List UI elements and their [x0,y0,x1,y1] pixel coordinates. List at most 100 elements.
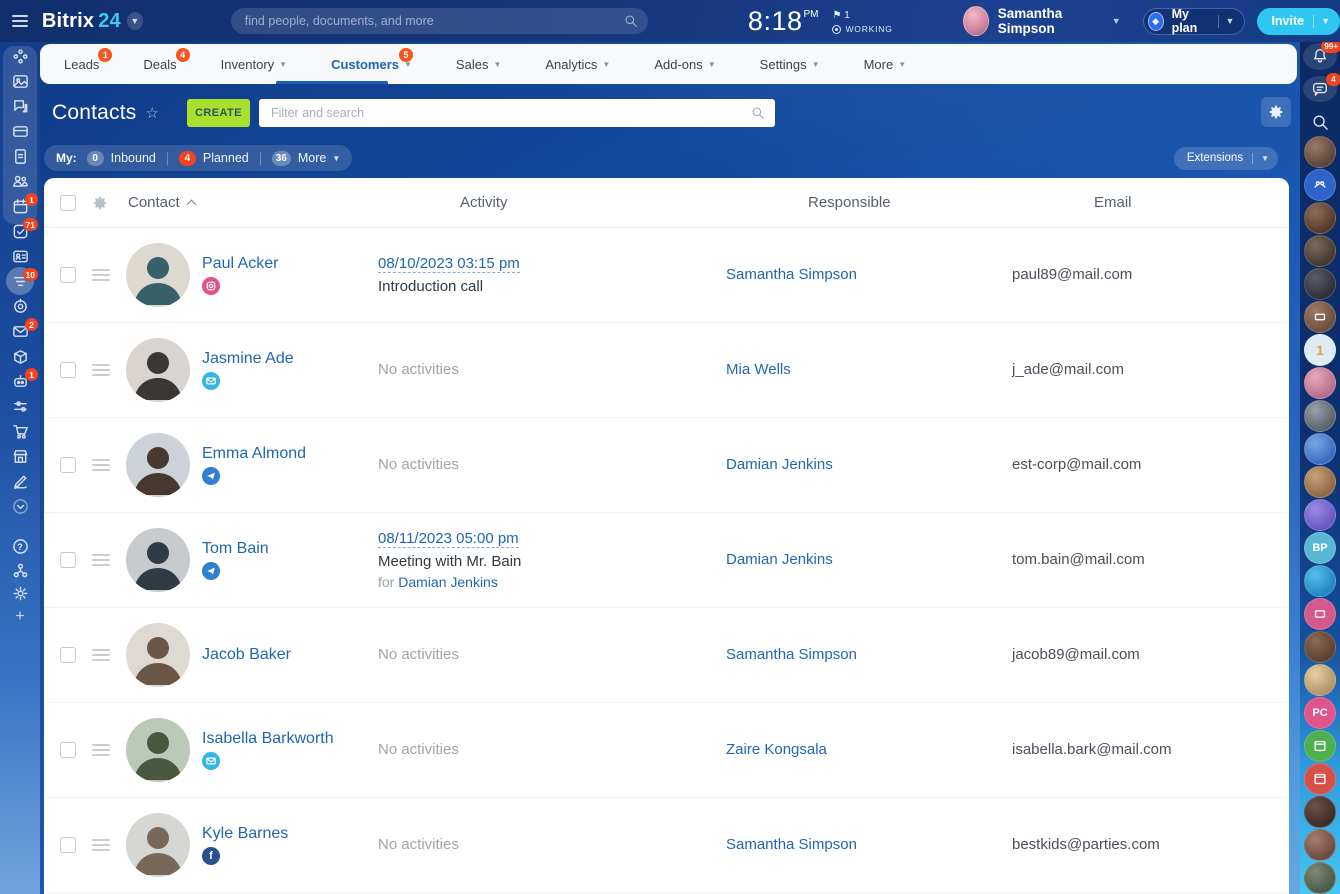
column-header-activity[interactable]: Activity [460,194,808,211]
calendar-avatar-red[interactable] [1304,763,1336,795]
contact-avatar[interactable] [126,813,190,877]
contact-name-link[interactable]: Kyle Barnes [202,825,288,843]
tab-settings[interactable]: Settings▼ [760,57,820,72]
cart-icon[interactable] [0,419,40,444]
my-plan-button[interactable]: ◆ My plan ▼ [1143,8,1246,35]
crm-funnel-icon[interactable]: 10 [0,269,40,294]
contact-avatar[interactable] [126,623,190,687]
feed-icon[interactable] [0,44,40,69]
drag-handle-icon[interactable] [92,364,110,376]
mail-channel-icon[interactable] [202,752,220,770]
contact-card-icon[interactable] [0,244,40,269]
contact-avatar[interactable] [126,528,190,592]
birthday-avatar[interactable]: 1 [1304,334,1336,366]
sidebar-search-icon[interactable] [1303,108,1337,135]
chat-avatar[interactable] [1304,367,1336,399]
contact-avatar[interactable] [126,338,190,402]
instagram-icon[interactable] [202,277,220,295]
chat-avatar[interactable] [1304,499,1336,531]
help-icon[interactable]: ? [0,534,40,559]
column-header-contact[interactable]: Contact [128,194,195,211]
contact-name-link[interactable]: Jacob Baker [202,646,291,664]
contact-name-link[interactable]: Paul Acker [202,255,278,273]
messenger-icon[interactable] [0,94,40,119]
initials-avatar-bp[interactable]: BP [1304,532,1336,564]
row-checkbox[interactable] [60,267,76,283]
row-checkbox[interactable] [60,457,76,473]
card-icon[interactable] [0,119,40,144]
tasks-icon[interactable]: 71 [0,219,40,244]
chat-avatar[interactable] [1304,301,1336,333]
drag-handle-icon[interactable] [92,744,110,756]
chat-avatar[interactable] [1304,631,1336,663]
store-icon[interactable] [0,444,40,469]
responsible-link[interactable]: Damian Jenkins [726,551,833,568]
mail-icon[interactable]: 2 [0,319,40,344]
chat-avatar[interactable] [1304,466,1336,498]
contact-avatar[interactable] [126,718,190,782]
automation-icon[interactable] [0,394,40,419]
chat-avatar[interactable] [1304,433,1336,465]
contact-avatar[interactable] [126,433,190,497]
chat-avatar[interactable] [1304,664,1336,696]
select-all-checkbox[interactable] [60,195,76,211]
user-menu[interactable]: Samantha Simpson ▼ [963,6,1121,36]
filter-search[interactable] [259,99,775,127]
row-checkbox[interactable] [60,552,76,568]
row-checkbox[interactable] [60,837,76,853]
drag-handle-icon[interactable] [92,269,110,281]
activity-date-link[interactable]: 08/10/2023 03:15 pm [378,255,520,273]
tab-add-ons[interactable]: Add-ons▼ [654,57,715,72]
work-status-box[interactable]: ⚑ 1 WORKING [832,10,892,34]
bitrix24-logo[interactable]: Bitrix 24 [42,10,121,33]
copilot-robot-icon[interactable]: 1 [0,369,40,394]
chat-avatar[interactable] [1304,829,1336,861]
contact-name-link[interactable]: Tom Bain [202,540,269,558]
sign-icon[interactable] [0,469,40,494]
structure-icon[interactable] [0,559,40,582]
responsible-link[interactable]: Samantha Simpson [726,836,857,853]
chat-avatar[interactable] [1304,235,1336,267]
facebook-icon[interactable]: f [202,847,220,865]
filter-search-input[interactable] [271,106,751,120]
drag-handle-icon[interactable] [92,459,110,471]
telegram-icon[interactable] [202,467,220,485]
initials-avatar-pc[interactable]: PC [1304,697,1336,729]
chat-avatar[interactable] [1304,862,1336,894]
filter-chip-inbound[interactable]: 0 Inbound [87,151,156,166]
global-search-input[interactable] [245,14,624,28]
contact-avatar[interactable] [126,243,190,307]
view-settings-gear-icon[interactable] [1261,97,1291,127]
tab-leads[interactable]: Leads1 [64,57,99,72]
add-icon[interactable]: + [0,605,40,628]
invite-button[interactable]: Invite ▼ [1257,8,1340,35]
messenger-chat-icon[interactable]: 4 [1303,76,1337,103]
tab-analytics[interactable]: Analytics▼ [545,57,610,72]
contact-name-link[interactable]: Jasmine Ade [202,350,294,368]
employees-icon[interactable] [0,169,40,194]
telegram-icon[interactable] [202,562,220,580]
warehouse-box-icon[interactable] [0,344,40,369]
chat-avatar[interactable] [1304,796,1336,828]
row-checkbox[interactable] [60,742,76,758]
settings-gear-icon[interactable] [0,582,40,605]
responsible-link[interactable]: Mia Wells [726,361,791,378]
activity-date-link[interactable]: 08/11/2023 05:00 pm [378,530,519,548]
calendar-icon[interactable]: 1 [0,194,40,219]
contact-name-link[interactable]: Emma Almond [202,445,306,463]
chat-avatar[interactable] [1304,400,1336,432]
chat-avatar[interactable] [1304,598,1336,630]
responsible-link[interactable]: Damian Jenkins [726,456,833,473]
contact-name-link[interactable]: Isabella Barkworth [202,730,334,748]
tab-customers[interactable]: Customers▼5 [331,57,412,72]
photo-icon[interactable] [0,69,40,94]
document-icon[interactable] [0,144,40,169]
activity-for-link[interactable]: Damian Jenkins [398,574,498,590]
notifications-bell-icon[interactable]: 99+ [1303,43,1337,70]
column-header-email[interactable]: Email [1094,194,1289,211]
row-checkbox[interactable] [60,362,76,378]
tab-more[interactable]: More▼ [864,57,907,72]
drag-handle-icon[interactable] [92,649,110,661]
responsible-link[interactable]: Samantha Simpson [726,266,857,283]
work-clock[interactable]: 8:18 PM [748,6,819,37]
